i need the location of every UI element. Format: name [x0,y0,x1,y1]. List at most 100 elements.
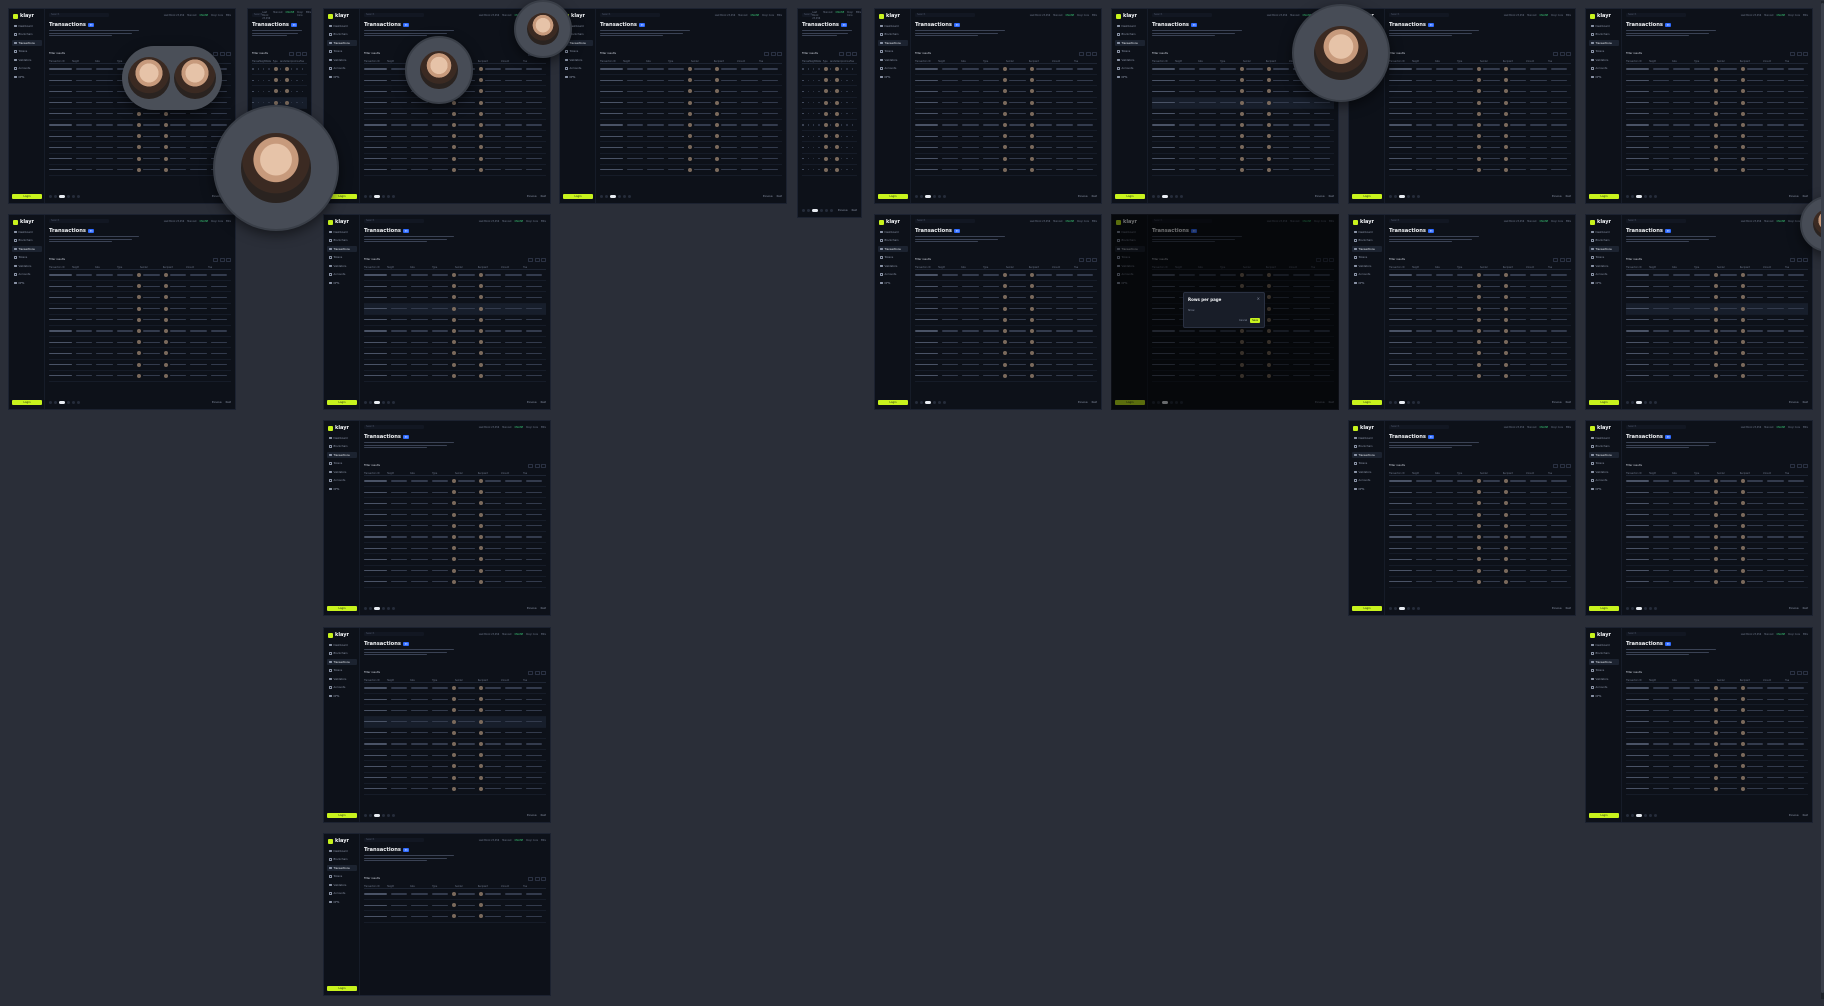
rows-select[interactable] [1553,257,1558,262]
column-header[interactable]: Height [938,265,961,269]
page-number-button[interactable] [1636,607,1642,610]
page-number-button[interactable] [1631,607,1634,610]
search-input[interactable]: Search [1626,219,1686,223]
column-header[interactable]: Fee [300,59,307,63]
export-icon[interactable] [1566,257,1571,262]
sidebar-item-validators[interactable]: Validators [327,882,357,888]
column-header[interactable]: Type [117,265,140,269]
sidebar-item-accounts[interactable]: Accounts [1352,478,1382,484]
table-row[interactable] [364,900,546,912]
table-row[interactable] [364,532,546,544]
sidebar-item-accounts[interactable]: Accounts [1589,272,1619,278]
table-row[interactable] [1389,543,1571,555]
previous-page-button[interactable]: Previous [527,401,537,404]
filter-results-label[interactable]: Filter results [1152,52,1168,55]
table-row[interactable] [1626,348,1808,360]
table-row[interactable] [1152,348,1334,360]
column-header[interactable]: Amount [1763,678,1786,682]
page-number-button[interactable] [67,195,70,198]
filter-results-label[interactable]: Filter results [600,52,616,55]
search-input[interactable]: Search [364,838,424,842]
page-number-button[interactable] [392,401,395,404]
sidebar-item-accounts[interactable]: Accounts [327,272,357,278]
table-row[interactable] [1626,543,1808,555]
table-row[interactable] [1626,270,1808,282]
table-row[interactable] [49,109,231,120]
sidebar-item-dashboard[interactable]: Dashboard [12,229,42,235]
page-number-button[interactable] [382,195,385,198]
table-row[interactable] [915,109,1097,120]
sidebar-item-transactions[interactable]: Transactions [327,452,357,458]
sidebar-item-accounts[interactable]: Accounts [12,272,42,278]
column-header[interactable]: Amount [1526,59,1549,63]
page-number-button[interactable] [938,195,941,198]
filter-results-label[interactable]: Filter results [1152,258,1168,261]
table-row[interactable] [1152,131,1334,143]
rows-select[interactable] [528,257,533,262]
page-number-button[interactable] [77,401,80,404]
column-header[interactable]: Fee [1785,265,1808,269]
page-number-button[interactable] [1631,814,1634,817]
table-row[interactable] [915,75,1097,87]
table-row[interactable] [1626,728,1808,739]
column-header[interactable]: Date [410,471,433,475]
page-number-button[interactable] [382,607,385,610]
column-header[interactable]: Transaction ID [364,265,387,269]
column-header[interactable]: Transaction ID [49,265,72,269]
table-row[interactable] [1626,532,1808,544]
brand-logo[interactable]: klayr [1590,13,1611,19]
column-header[interactable]: Date [1672,265,1695,269]
table-row[interactable] [1389,86,1571,98]
column-header[interactable]: Height [72,59,95,63]
table-row[interactable] [364,694,546,706]
table-row[interactable] [1626,120,1808,132]
page-number-button[interactable] [1389,401,1392,404]
page-number-button[interactable] [77,195,80,198]
sidebar-item-dashboard[interactable]: Dashboard [878,23,908,29]
settings-icon[interactable] [1559,463,1565,468]
sidebar-item-blockchain[interactable]: Blockchain [1589,32,1619,38]
page-number-button[interactable] [382,814,385,817]
next-page-button[interactable]: Next [541,607,546,610]
sidebar-item-blockchain[interactable]: Blockchain [1589,238,1619,244]
filter-results-label[interactable]: Filter results [364,671,380,674]
column-header[interactable]: Height [387,678,410,682]
column-header[interactable]: Type [432,471,455,475]
column-header[interactable]: Sender [455,471,478,475]
next-page-button[interactable]: Next [777,195,782,198]
brand-logo[interactable]: klayr [13,13,34,19]
column-header[interactable]: Sender [1243,59,1266,63]
settings-icon[interactable] [219,257,225,262]
table-row[interactable] [802,64,857,76]
table-row[interactable] [364,270,546,282]
sidebar-item-tokens[interactable]: Tokens [327,461,357,467]
table-row[interactable] [364,303,546,315]
table-row[interactable] [364,521,546,532]
rows-select[interactable] [1790,257,1795,262]
login-button[interactable]: Login [878,194,908,199]
sidebar-item-blockchain[interactable]: Blockchain [327,651,357,657]
page-number-button[interactable] [1152,401,1155,404]
column-header[interactable]: Type [668,59,691,63]
sidebar-item-nfts[interactable]: NFTs [878,280,908,286]
table-row[interactable] [1389,532,1571,544]
column-header[interactable]: Date [1672,59,1695,63]
table-row[interactable] [802,165,857,176]
page-number-button[interactable] [600,195,603,198]
sidebar-item-transactions[interactable]: Transactions [1352,452,1382,458]
column-header[interactable]: Transaction ID [364,59,387,63]
table-row[interactable] [1389,154,1571,165]
filter-results-label[interactable]: Filter results [1626,464,1642,467]
page-number-button[interactable] [1417,195,1420,198]
page-number-button[interactable] [1407,401,1410,404]
table-row[interactable] [1389,165,1571,176]
column-header[interactable]: Date [1435,265,1458,269]
page-number-button[interactable] [392,607,395,610]
filter-results-label[interactable]: Filter results [915,258,931,261]
table-row[interactable] [1626,717,1808,728]
page-number-button[interactable] [1162,195,1168,198]
table-row[interactable] [1389,337,1571,349]
column-header[interactable]: Type [1457,265,1480,269]
table-row[interactable] [915,371,1097,382]
column-header[interactable]: Date [1435,471,1458,475]
